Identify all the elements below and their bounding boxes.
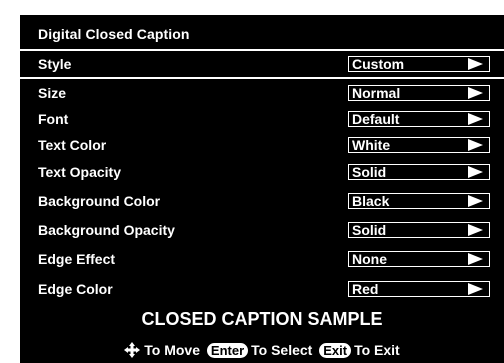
size-value: Normal <box>352 85 401 101</box>
menu-row-text-opacity[interactable]: Text Opacity Solid <box>20 162 504 184</box>
edge-color-value: Red <box>352 281 379 297</box>
right-arrow-icon <box>468 253 483 265</box>
edge-effect-value: None <box>352 251 387 267</box>
menu-row-font[interactable]: Font Default <box>20 109 504 131</box>
menu-row-text-color[interactable]: Text Color White <box>20 135 504 157</box>
text-color-selector[interactable]: White <box>348 137 490 153</box>
edge-effect-selector[interactable]: None <box>348 251 490 267</box>
caption-sample-text: CLOSED CAPTION SAMPLE <box>141 309 383 329</box>
background-opacity-value: Solid <box>352 222 387 238</box>
menu-row-background-opacity[interactable]: Background Opacity Solid <box>20 220 504 242</box>
text-color-label: Text Color <box>38 137 107 153</box>
background-color-selector[interactable]: Black <box>348 193 490 209</box>
background-opacity-selector[interactable]: Solid <box>348 222 490 238</box>
edge-effect-label: Edge Effect <box>38 251 116 267</box>
style-selector[interactable]: Custom <box>348 56 490 72</box>
background-color-label: Background Color <box>38 193 161 209</box>
right-arrow-icon <box>468 224 483 236</box>
four-way-arrow-icon <box>124 342 141 358</box>
text-opacity-selector[interactable]: Solid <box>348 164 490 180</box>
menu-row-size[interactable]: Size Normal <box>20 83 504 105</box>
navigation-hint: To Move Enter To Select Exit To Exit <box>20 342 504 358</box>
background-opacity-label: Background Opacity <box>38 222 175 238</box>
closed-caption-menu: Digital Closed Caption Style Custom Size… <box>20 15 504 363</box>
menu-title: Digital Closed Caption <box>38 26 190 42</box>
move-hint-text: To Move <box>144 342 201 358</box>
right-arrow-icon <box>468 113 483 125</box>
menu-row-edge-color[interactable]: Edge Color Red <box>20 279 504 301</box>
edge-color-selector[interactable]: Red <box>348 281 490 297</box>
size-label: Size <box>38 85 67 101</box>
text-color-value: White <box>352 137 391 153</box>
menu-row-background-color[interactable]: Background Color Black <box>20 191 504 213</box>
menu-row-edge-effect[interactable]: Edge Effect None <box>20 249 504 271</box>
right-arrow-icon <box>468 58 483 70</box>
select-hint-text: To Select <box>251 342 313 358</box>
right-arrow-icon <box>468 166 483 178</box>
right-arrow-icon <box>468 195 483 207</box>
right-arrow-icon <box>468 283 483 295</box>
title-divider <box>20 49 504 51</box>
font-selector[interactable]: Default <box>348 111 490 127</box>
enter-key-badge: Enter <box>206 343 249 358</box>
font-value: Default <box>352 111 400 127</box>
exit-hint-text: To Exit <box>354 342 400 358</box>
edge-color-label: Edge Color <box>38 281 113 297</box>
font-label: Font <box>38 111 69 127</box>
style-value: Custom <box>352 56 405 72</box>
exit-key-badge: Exit <box>319 343 352 358</box>
style-divider <box>20 77 504 79</box>
screen: Digital Closed Caption Style Custom Size… <box>0 0 504 363</box>
menu-row-style[interactable]: Style Custom <box>20 54 504 76</box>
right-arrow-icon <box>468 87 483 99</box>
size-selector[interactable]: Normal <box>348 85 490 101</box>
background-color-value: Black <box>352 193 390 209</box>
right-arrow-icon <box>468 139 483 151</box>
style-label: Style <box>38 56 72 72</box>
text-opacity-value: Solid <box>352 164 387 180</box>
text-opacity-label: Text Opacity <box>38 164 121 180</box>
